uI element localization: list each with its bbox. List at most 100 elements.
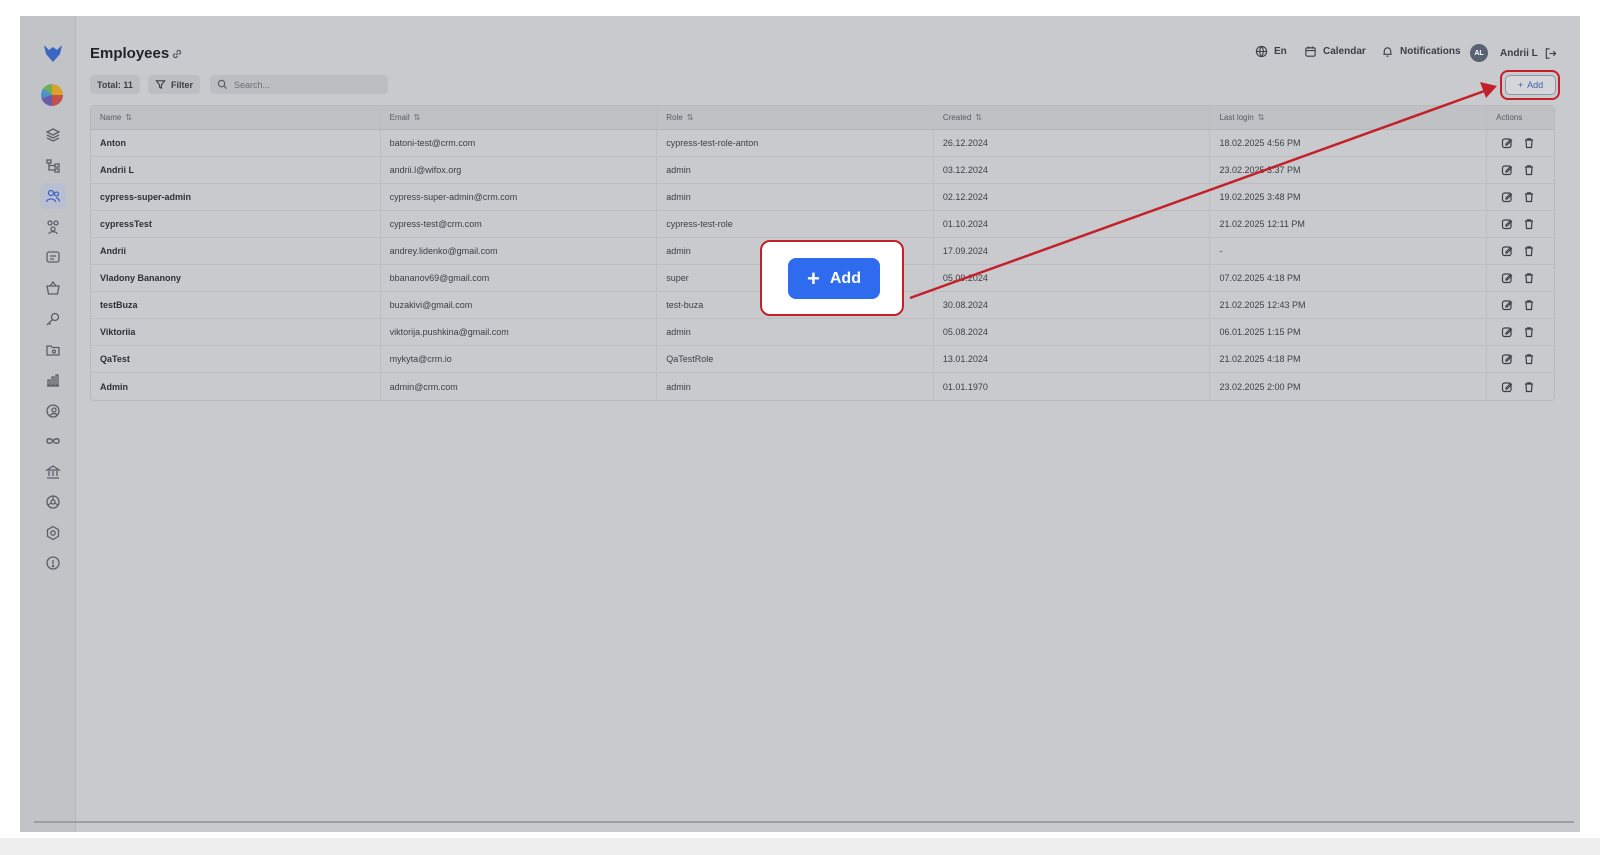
employee-role: cypress-test-role-anton xyxy=(657,130,934,156)
employee-last-login: 06.01.2025 1:15 PM xyxy=(1210,319,1488,345)
horizontal-scrollbar[interactable] xyxy=(34,821,1574,823)
column-header-name[interactable]: Name ⇅ xyxy=(91,106,381,129)
employee-role: admin xyxy=(657,157,934,183)
employee-name: Andrii xyxy=(91,238,381,264)
row-actions xyxy=(1487,184,1554,210)
avatar: AL xyxy=(1470,44,1488,62)
link-icon[interactable] xyxy=(170,47,184,61)
column-header-email[interactable]: Email ⇅ xyxy=(381,106,658,129)
employee-last-login: 21.02.2025 4:18 PM xyxy=(1210,346,1488,372)
delete-icon[interactable] xyxy=(1523,137,1535,149)
sidebar-hierarchy-icon[interactable] xyxy=(40,153,66,179)
delete-icon[interactable] xyxy=(1523,272,1535,284)
employee-name: cypress-super-admin xyxy=(91,184,381,210)
employee-created: 01.10.2024 xyxy=(934,211,1211,237)
employee-name: Andrii L xyxy=(91,157,381,183)
filter-button[interactable]: Filter xyxy=(148,75,201,94)
logout-icon[interactable] xyxy=(1544,47,1557,60)
delete-icon[interactable] xyxy=(1523,353,1535,365)
table-row[interactable]: QaTest mykyta@crm.io QaTestRole 13.01.20… xyxy=(91,346,1554,373)
employee-name: QaTest xyxy=(91,346,381,372)
employee-created: 13.01.2024 xyxy=(934,346,1211,372)
add-button-enlarged[interactable]: + Add xyxy=(788,258,880,299)
sort-icon: ⇅ xyxy=(125,113,133,122)
sidebar-employees-icon[interactable] xyxy=(40,183,66,209)
table-row[interactable]: Andrii L andrii.l@wifox.org admin 03.12.… xyxy=(91,157,1554,184)
delete-icon[interactable] xyxy=(1523,218,1535,230)
sidebar-bank-icon[interactable] xyxy=(40,459,66,485)
table-header: Name ⇅ Email ⇅ Role ⇅ Created ⇅ Last login ⇅ … xyxy=(91,106,1554,130)
sidebar-settings-icon[interactable] xyxy=(40,520,66,546)
column-header-created[interactable]: Created ⇅ xyxy=(934,106,1211,129)
sidebar-key-icon[interactable] xyxy=(40,306,66,332)
bottom-strip xyxy=(0,838,1600,855)
delete-icon[interactable] xyxy=(1523,245,1535,257)
notifications-link[interactable]: Notifications xyxy=(1381,45,1461,58)
table-row[interactable]: Admin admin@crm.com admin 01.01.1970 23.… xyxy=(91,373,1554,400)
table-row[interactable]: cypress-super-admin cypress-super-admin@… xyxy=(91,184,1554,211)
column-header-last-login[interactable]: Last login ⇅ xyxy=(1210,106,1488,129)
sidebar-contacts-icon[interactable] xyxy=(40,398,66,424)
table-row[interactable]: Viktoriia viktorija.pushkina@gmail.com a… xyxy=(91,319,1554,346)
sort-icon: ⇅ xyxy=(413,113,421,122)
employee-email: andrey.lidenko@gmail.com xyxy=(381,238,658,264)
edit-icon[interactable] xyxy=(1501,137,1513,149)
delete-icon[interactable] xyxy=(1523,326,1535,338)
employee-created: 30.08.2024 xyxy=(934,292,1211,318)
edit-icon[interactable] xyxy=(1501,353,1513,365)
user-menu[interactable]: AL Andrii L xyxy=(1470,44,1538,62)
calendar-label: Calendar xyxy=(1323,46,1366,57)
sidebar-chart-icon[interactable] xyxy=(40,367,66,393)
delete-icon[interactable] xyxy=(1523,299,1535,311)
delete-icon[interactable] xyxy=(1523,191,1535,203)
edit-icon[interactable] xyxy=(1501,326,1513,338)
edit-icon[interactable] xyxy=(1501,218,1513,230)
employee-last-login: 18.02.2025 4:56 PM xyxy=(1210,130,1488,156)
sidebar-chat-icon[interactable] xyxy=(40,245,66,271)
row-actions xyxy=(1487,130,1554,156)
sidebar xyxy=(20,16,76,832)
row-actions xyxy=(1487,373,1554,400)
employee-last-login: 23.02.2025 3:37 PM xyxy=(1210,157,1488,183)
row-actions xyxy=(1487,319,1554,345)
delete-icon[interactable] xyxy=(1523,164,1535,176)
employee-created: 26.12.2024 xyxy=(934,130,1211,156)
sidebar-basket-icon[interactable] xyxy=(40,275,66,301)
sidebar-folder-icon[interactable] xyxy=(40,337,66,363)
sort-icon: ⇅ xyxy=(975,113,983,122)
employee-created: 02.12.2024 xyxy=(934,184,1211,210)
language-label: En xyxy=(1274,46,1287,57)
add-employee-button[interactable]: + Add xyxy=(1505,75,1556,95)
sidebar-shield-icon[interactable] xyxy=(40,550,66,576)
edit-icon[interactable] xyxy=(1501,272,1513,284)
bell-icon xyxy=(1383,47,1392,57)
sidebar-layers-icon[interactable] xyxy=(40,122,66,148)
employee-role: admin xyxy=(657,373,934,400)
edit-icon[interactable] xyxy=(1501,191,1513,203)
search-placeholder: Search... xyxy=(234,79,271,90)
edit-icon[interactable] xyxy=(1501,164,1513,176)
add-label: Add xyxy=(1527,80,1544,90)
sidebar-wheel-icon[interactable] xyxy=(40,489,66,515)
edit-icon[interactable] xyxy=(1501,381,1513,393)
employee-email: buzakivi@gmail.com xyxy=(381,292,658,318)
calendar-link[interactable]: Calendar xyxy=(1304,45,1366,58)
color-wheel-icon[interactable] xyxy=(41,84,63,106)
employee-name: Vladony Bananony xyxy=(91,265,381,291)
table-row[interactable]: Anton batoni-test@crm.com cypress-test-r… xyxy=(91,130,1554,157)
edit-icon[interactable] xyxy=(1501,299,1513,311)
employee-email: batoni-test@crm.com xyxy=(381,130,658,156)
search-input[interactable]: Search... xyxy=(210,75,388,94)
employee-last-login: 23.02.2025 2:00 PM xyxy=(1210,373,1488,400)
sidebar-infinity-icon[interactable] xyxy=(40,428,66,454)
delete-icon[interactable] xyxy=(1523,381,1535,393)
employee-email: andrii.l@wifox.org xyxy=(381,157,658,183)
fox-logo-icon[interactable] xyxy=(42,42,64,64)
edit-icon[interactable] xyxy=(1501,245,1513,257)
add-label: Add xyxy=(829,269,861,287)
column-header-role[interactable]: Role ⇅ xyxy=(657,106,934,129)
language-switch[interactable]: En xyxy=(1255,45,1287,58)
table-row[interactable]: cypressTest cypress-test@crm.com cypress… xyxy=(91,211,1554,238)
employee-email: cypress-test@crm.com xyxy=(381,211,658,237)
sidebar-teams-icon[interactable] xyxy=(40,214,66,240)
